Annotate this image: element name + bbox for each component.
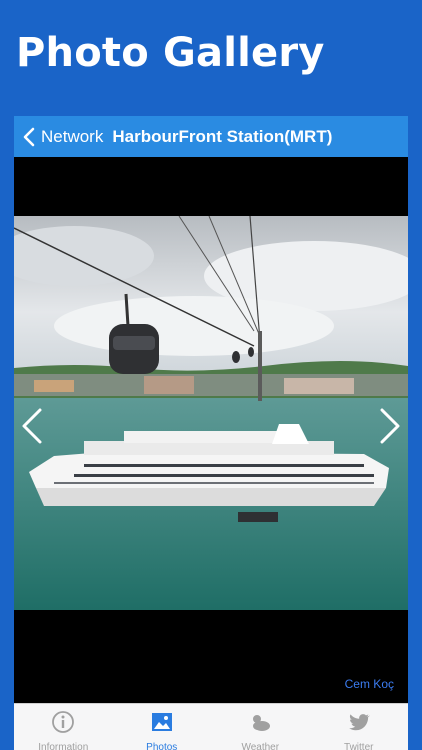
tab-label: Weather — [241, 742, 280, 750]
tab-bar: Information Photos Weather Twitter — [14, 703, 408, 750]
tab-twitter[interactable]: Twitter — [310, 704, 409, 750]
app-screen: Network HarbourFront Station(MRT) Cem Ko… — [14, 116, 408, 750]
twitter-icon — [347, 710, 371, 739]
tab-label: Information — [38, 742, 89, 750]
photo-credit[interactable]: Cem Koç — [345, 677, 394, 691]
info-icon — [51, 710, 75, 739]
promo-title: Photo Gallery — [16, 30, 325, 76]
next-photo-button[interactable] — [376, 406, 404, 446]
tab-information[interactable]: Information — [14, 704, 113, 750]
chevron-left-icon — [18, 408, 46, 450]
back-label: Network — [41, 126, 104, 146]
back-button[interactable]: Network — [23, 127, 103, 147]
chevron-left-icon — [23, 127, 35, 147]
previous-photo-button[interactable] — [18, 406, 46, 446]
chevron-right-icon — [376, 408, 404, 450]
page-title: HarbourFront Station(MRT) — [112, 126, 333, 146]
gallery-photo[interactable] — [14, 216, 408, 610]
photos-icon — [150, 710, 174, 739]
tab-label: Photos — [146, 742, 178, 750]
tab-photos[interactable]: Photos — [113, 704, 212, 750]
weather-icon — [248, 710, 272, 739]
tab-weather[interactable]: Weather — [211, 704, 310, 750]
navigation-bar: Network HarbourFront Station(MRT) — [14, 116, 408, 157]
tab-label: Twitter — [344, 742, 374, 750]
